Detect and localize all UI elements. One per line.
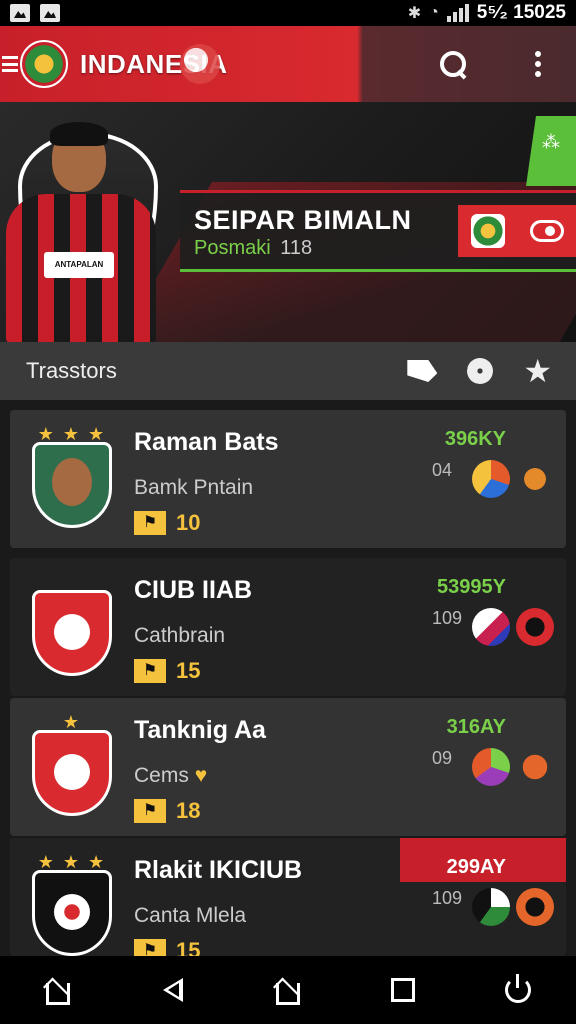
back-icon[interactable] (153, 970, 193, 1010)
item-subtitle: Cathbrain (134, 624, 226, 647)
power-icon[interactable] (498, 970, 538, 1010)
toggle-icon[interactable] (529, 220, 564, 242)
item-subtitle: Canta Mlela (134, 904, 247, 927)
club-icon[interactable] (516, 888, 554, 926)
ball-icon[interactable] (472, 460, 510, 498)
figure-icon[interactable] (516, 748, 554, 786)
item-name: Rlakit IKICIUB (134, 856, 303, 884)
crest-icon (470, 214, 505, 248)
header-actions (366, 26, 576, 102)
star-emblem (54, 894, 90, 930)
item-value: 299AY (446, 856, 506, 878)
player-sponsor: ANTAPALAN (44, 252, 114, 278)
ball-icon (179, 44, 220, 84)
item-count: 109 (432, 608, 463, 628)
club-crest: ★ ★ ★ (32, 852, 112, 956)
menu-icon[interactable] (2, 56, 18, 72)
club-crest: ★ ★ ★ (32, 424, 112, 528)
logo-icon[interactable] (20, 40, 68, 88)
home-icon[interactable] (38, 970, 78, 1010)
item-badge: ⚑ 15 (134, 658, 200, 684)
image-icon (10, 4, 30, 22)
torch-emblem (54, 754, 90, 790)
wifi-icon: ◔ (429, 4, 439, 21)
status-left (10, 4, 60, 22)
item-value: 396KY (444, 428, 506, 450)
item-name: CIUB IIAB (134, 576, 253, 604)
trophy-icon: ⚑ (134, 511, 166, 535)
list-item[interactable]: CIUB IIAB Cathbrain ⚑ 15 53995Y 109 (10, 558, 566, 696)
system-nav-bar (0, 956, 576, 1024)
eagle-emblem (54, 614, 90, 650)
badge-number: 15 (176, 658, 201, 683)
ball-icon[interactable] (472, 888, 510, 926)
item-name: Raman Bats (134, 428, 279, 456)
player-avatar (52, 458, 92, 506)
hero-action-button[interactable] (458, 205, 576, 257)
item-badge: ⚑ 10 (134, 510, 200, 536)
list-item[interactable]: ★ ★ ★ Rlakit IKICIUB Canta Mlela ⚑ 15 29… (10, 838, 566, 963)
hero-subtitle: Posmaki 118 (194, 237, 312, 260)
recents-icon[interactable] (383, 970, 423, 1010)
list-item[interactable]: ★ Tanknig Aa Cems ♥ ⚑ 18 316AY 09 (10, 698, 566, 836)
people-icon: ⁂ (542, 132, 560, 152)
flag-icon[interactable] (407, 360, 438, 382)
home-icon[interactable] (268, 970, 308, 1010)
status-time: 5⁵⁄₂ 15025 (476, 2, 566, 23)
trophy-icon: ⚑ (134, 799, 166, 823)
section-actions: ★ (407, 342, 552, 400)
club-crest (32, 578, 112, 676)
item-count: 04 (432, 460, 453, 480)
section-title: Trasstors (26, 358, 117, 383)
club-icon[interactable] (516, 608, 554, 646)
hero-sub-label: Posmaki (194, 237, 271, 259)
item-subtitle: Cems ♥ (134, 764, 208, 787)
hero-banner[interactable]: ⁂ ANTAPALAN SEIPAR BIMALN Posmaki 118 (0, 102, 576, 342)
hero-name: SEIPAR BIMALN (194, 205, 412, 235)
flag-ball-icon[interactable] (472, 608, 510, 646)
more-icon[interactable] (534, 51, 542, 77)
player-photo: ANTAPALAN (0, 112, 200, 342)
image-icon (40, 4, 60, 22)
player-hair (50, 122, 108, 146)
search-icon[interactable] (440, 51, 466, 77)
item-value: 316AY (446, 716, 506, 738)
gear-icon[interactable] (467, 358, 494, 384)
signal-icon (446, 4, 469, 22)
hero-sub-value: 118 (280, 237, 313, 259)
figure-icon[interactable] (516, 460, 554, 498)
item-count: 109 (432, 888, 463, 908)
fruit-icon[interactable] (472, 748, 510, 786)
hero-card[interactable]: SEIPAR BIMALN Posmaki 118 (180, 190, 576, 272)
app-header: INDANESIA (0, 26, 576, 102)
club-crest: ★ (32, 712, 112, 816)
trophy-icon: ⚑ (134, 659, 166, 683)
star-icon[interactable]: ★ (523, 355, 552, 387)
list-item[interactable]: ★ ★ ★ Raman Bats Bamk Pntain ⚑ 10 396KY … (10, 410, 566, 548)
item-subtitle: Bamk Pntain (134, 476, 254, 499)
status-bar: ✱ ◔ 5⁵⁄₂ 15025 (0, 0, 576, 26)
badge-number: 18 (176, 798, 201, 823)
item-badge: ⚑ 18 (134, 798, 200, 824)
bluetooth-icon: ✱ (407, 5, 422, 22)
status-right: ✱ ◔ 5⁵⁄₂ 15025 (408, 2, 566, 24)
item-count: 09 (432, 748, 453, 768)
section-header: Trasstors ★ (0, 342, 576, 400)
item-name: Tanknig Aa (134, 716, 266, 744)
badge-number: 10 (176, 510, 201, 535)
item-value: 53995Y (437, 576, 506, 598)
